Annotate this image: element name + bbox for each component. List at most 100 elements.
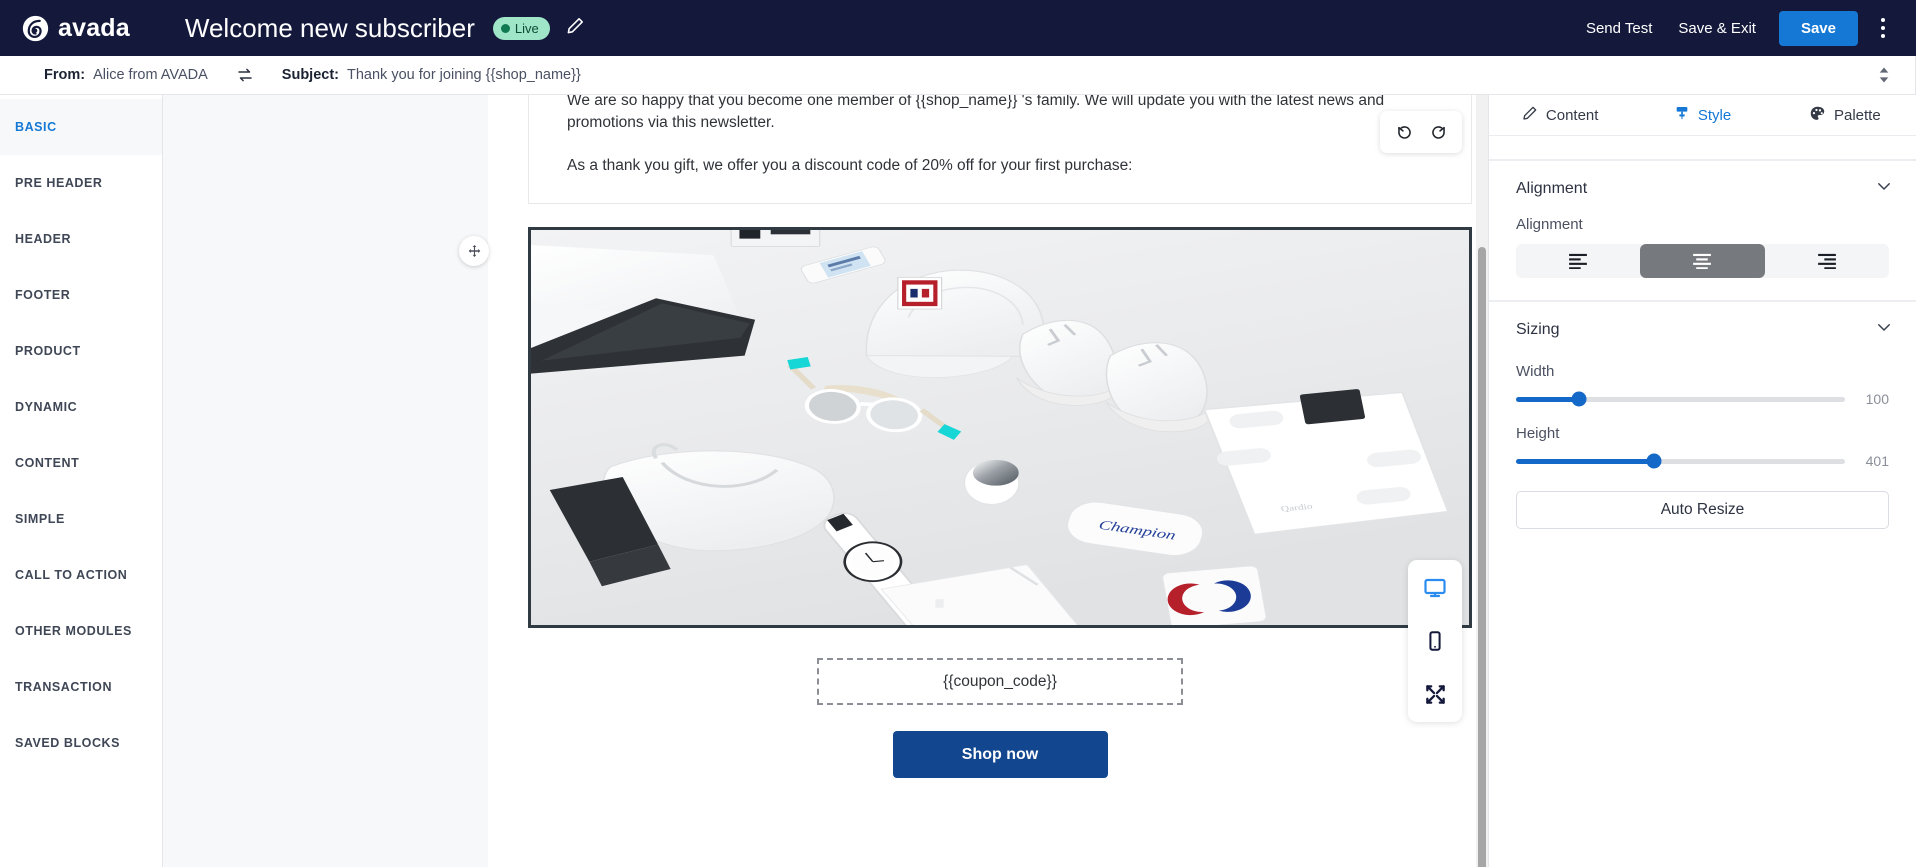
width-label: Width (1516, 363, 1555, 380)
tab-content[interactable]: Content (1489, 95, 1631, 135)
email-meta-bar: From: Alice from AVADA Subject: Thank yo… (0, 56, 1916, 95)
from-value[interactable]: Alice from AVADA (93, 67, 208, 83)
avada-logo-icon (22, 15, 49, 42)
sidebar-item-label: OTHER MODULES (15, 624, 132, 638)
sidebar-item-label: SIMPLE (15, 512, 65, 526)
width-slider[interactable] (1516, 391, 1845, 407)
settings-panel: Content Style Palette Alignment Alignmen… (1488, 95, 1916, 867)
height-value: 401 (1865, 453, 1889, 469)
sidebar-item-pre-header[interactable]: PRE HEADER (0, 155, 162, 211)
save-button[interactable]: Save (1778, 10, 1858, 46)
page-title: Welcome new subscriber (184, 12, 475, 43)
sidebar-item-label: SAVED BLOCKS (15, 736, 120, 750)
text-block[interactable]: We are so happy that you become one memb… (528, 95, 1472, 205)
sidebar-item-label: TRANSACTION (15, 680, 113, 694)
section-title: Alignment (1516, 179, 1588, 197)
palette-icon (1809, 105, 1826, 126)
height-slider[interactable] (1516, 453, 1845, 469)
height-label: Height (1516, 425, 1560, 442)
redo-arrow-icon[interactable] (1424, 118, 1452, 146)
brand-name: avada (58, 13, 130, 42)
sidebar-item-product[interactable]: PRODUCT (0, 323, 162, 379)
status-dot-icon (500, 23, 510, 33)
width-slider-knob[interactable] (1571, 391, 1586, 407)
sidebar-item-saved-blocks[interactable]: SAVED BLOCKS (0, 715, 162, 771)
status-badge-label: Live (514, 20, 539, 36)
pencil-icon (1522, 105, 1538, 125)
send-test-button[interactable]: Send Test (1573, 14, 1665, 43)
move-arrows-icon[interactable] (459, 236, 489, 267)
align-right-icon[interactable] (1765, 244, 1889, 278)
save-and-exit-button[interactable]: Save & Exit (1665, 14, 1769, 43)
sidebar-item-label: BASIC (15, 120, 57, 134)
align-left-icon[interactable] (1516, 244, 1640, 278)
width-slider-fill (1516, 396, 1579, 402)
alignment-button-group (1516, 244, 1889, 278)
tab-style[interactable]: Style (1631, 95, 1773, 135)
sidebar-item-call-to-action[interactable]: CALL TO ACTION (0, 547, 162, 603)
sidebar-item-other-modules[interactable]: OTHER MODULES (0, 603, 162, 659)
shop-now-button[interactable]: Shop now (892, 731, 1108, 779)
settings-tabs: Content Style Palette (1489, 95, 1916, 136)
expand-arrows-icon[interactable] (1421, 680, 1449, 708)
chevron-down-icon[interactable] (1875, 318, 1893, 341)
sidebar-item-content[interactable]: CONTENT (0, 435, 162, 491)
mobile-phone-icon[interactable] (1421, 627, 1449, 655)
email-paragraph-1: We are so happy that you become one memb… (567, 95, 1385, 132)
kebab-menu-icon[interactable] (1868, 11, 1898, 45)
panel-top-gap (1489, 136, 1916, 159)
height-slider-knob[interactable] (1646, 453, 1662, 469)
from-label: From: (44, 67, 86, 83)
email-paragraph-2: As a thank you gift, we offer you a disc… (567, 157, 1133, 175)
sidebar-item-header[interactable]: HEADER (0, 211, 162, 267)
tab-label: Style (1697, 106, 1732, 124)
sidebar-item-transaction[interactable]: TRANSACTION (0, 659, 162, 715)
canvas-scrollbar[interactable] (1476, 95, 1488, 867)
section-header-alignment[interactable]: Alignment (1489, 160, 1916, 216)
auto-resize-button[interactable]: Auto Resize (1516, 491, 1889, 529)
tab-palette[interactable]: Palette (1774, 95, 1916, 135)
height-slider-fill (1516, 458, 1655, 464)
canvas-scrollbar-thumb[interactable] (1478, 247, 1486, 867)
edit-title-button[interactable] (566, 16, 585, 40)
sidebar-item-label: PRE HEADER (15, 176, 103, 190)
sidebar-item-label: PRODUCT (15, 344, 81, 358)
tab-label: Palette (1833, 106, 1881, 124)
coupon-code-block[interactable]: {{coupon_code}} (817, 658, 1183, 706)
sidebar-item-basic[interactable]: BASIC (0, 99, 162, 155)
brand-logo-group[interactable]: avada (22, 14, 130, 43)
height-slider-row: Height 401 (1516, 425, 1889, 469)
paint-roller-icon (1674, 105, 1690, 125)
tab-label: Content (1545, 106, 1599, 124)
subject-label: Subject: (281, 67, 339, 83)
email-sheet: We are so happy that you become one memb… (459, 95, 1488, 867)
pencil-icon (566, 16, 585, 40)
status-badge: Live (492, 16, 550, 40)
section-body-alignment: Alignment (1489, 216, 1916, 300)
sidebar-item-footer[interactable]: FOOTER (0, 267, 162, 323)
coupon-code-text: {{coupon_code}} (943, 672, 1057, 690)
align-center-icon[interactable] (1640, 244, 1765, 278)
subject-value[interactable]: Thank you for joining {{shop_name}} (347, 67, 581, 83)
alignment-field-label: Alignment (1516, 216, 1583, 233)
top-app-bar: avada Welcome new subscriber Live Send T… (0, 0, 1916, 56)
up-down-chevrons-icon[interactable] (1878, 67, 1890, 83)
image-block[interactable]: Qardio Champion (459, 227, 1488, 629)
section-header-sizing[interactable]: Sizing (1489, 301, 1916, 357)
section-title: Sizing (1516, 320, 1560, 338)
chevron-down-icon[interactable] (1875, 177, 1893, 200)
device-preview-toolbar (1408, 560, 1462, 722)
sidebar-item-label: FOOTER (15, 288, 71, 302)
width-value: 100 (1865, 391, 1889, 407)
section-body-sizing: Width 100 Height 401 Auto Resize (1489, 357, 1916, 551)
swap-arrows-icon[interactable] (236, 66, 254, 84)
sidebar-item-label: HEADER (15, 232, 72, 246)
desktop-monitor-icon[interactable] (1421, 574, 1449, 602)
blocks-sidebar: BASIC PRE HEADER HEADER FOOTER PRODUCT D… (0, 95, 163, 867)
width-slider-row: Width 100 (1516, 363, 1889, 407)
sidebar-item-label: CONTENT (15, 456, 80, 470)
sidebar-item-dynamic[interactable]: DYNAMIC (0, 379, 162, 435)
email-hero-image[interactable]: Qardio Champion (528, 227, 1472, 629)
sidebar-item-simple[interactable]: SIMPLE (0, 491, 162, 547)
undo-arrow-icon[interactable] (1390, 118, 1418, 146)
